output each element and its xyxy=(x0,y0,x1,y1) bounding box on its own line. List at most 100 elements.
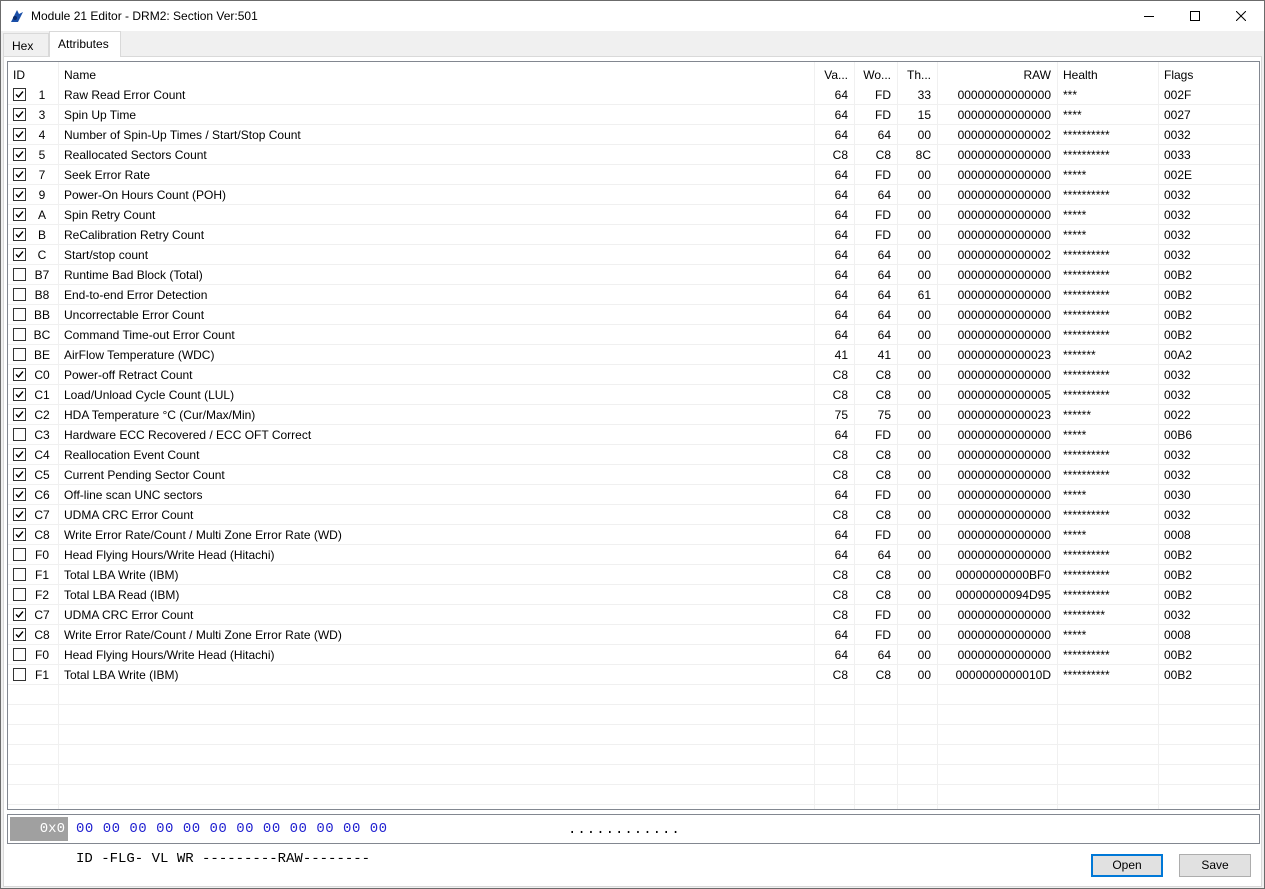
table-row[interactable]: C7 UDMA CRC Error Count C8 C8 00 000000000000… xyxy=(8,505,1259,525)
attribute-raw: 00000000000000 xyxy=(957,208,1051,222)
open-button[interactable]: Open xyxy=(1091,854,1163,877)
enable-checkbox[interactable] xyxy=(13,288,26,301)
attribute-raw: 00000000000002 xyxy=(957,248,1051,262)
attribute-flags: 0032 xyxy=(1164,248,1191,262)
enable-checkbox[interactable] xyxy=(13,328,26,341)
header-value[interactable]: Va... xyxy=(814,65,854,85)
enable-checkbox[interactable] xyxy=(13,228,26,241)
attribute-threshold: 00 xyxy=(917,188,931,202)
enable-checkbox[interactable] xyxy=(13,568,26,581)
table-row[interactable]: C5 Current Pending Sector Count C8 C8 00 0000… xyxy=(8,465,1259,485)
enable-checkbox[interactable] xyxy=(13,208,26,221)
header-threshold[interactable]: Th... xyxy=(897,65,937,85)
minimize-button[interactable] xyxy=(1126,1,1172,31)
hex-bytes[interactable]: 00 00 00 00 00 00 00 00 00 00 00 00 xyxy=(76,817,388,841)
enable-checkbox[interactable] xyxy=(13,388,26,401)
attribute-raw: 00000000000002 xyxy=(957,128,1051,142)
attribute-name: Write Error Rate/Count / Multi Zone Erro… xyxy=(64,628,342,642)
enable-checkbox[interactable] xyxy=(13,608,26,621)
table-row[interactable]: F1 Total LBA Write (IBM) C8 C8 00 00000000000… xyxy=(8,665,1259,685)
table-row[interactable]: B ReCalibration Retry Count 64 FD 00 00000000… xyxy=(8,225,1259,245)
table-row[interactable]: 1 Raw Read Error Count 64 FD 33 0000000000000… xyxy=(8,85,1259,105)
enable-checkbox[interactable] xyxy=(13,508,26,521)
enable-checkbox[interactable] xyxy=(13,368,26,381)
attribute-threshold: 8C xyxy=(915,148,931,162)
table-row[interactable]: C3 Hardware ECC Recovered / ECC OFT Corre… xyxy=(8,425,1259,445)
table-row[interactable]: F0 Head Flying Hours/Write Head (Hitachi)… xyxy=(8,645,1259,665)
maximize-button[interactable] xyxy=(1172,1,1218,31)
header-health[interactable]: Health xyxy=(1057,65,1158,85)
attribute-name: AirFlow Temperature (WDC) xyxy=(64,348,215,362)
attribute-flags: 00B2 xyxy=(1164,328,1193,342)
table-row[interactable]: F0 Head Flying Hours/Write Head (Hitachi)… xyxy=(8,545,1259,565)
enable-checkbox[interactable] xyxy=(13,648,26,661)
enable-checkbox[interactable] xyxy=(13,428,26,441)
table-row[interactable]: 9 Power-On Hours Count (POH) 64 64 00 0000000… xyxy=(8,185,1259,205)
enable-checkbox[interactable] xyxy=(13,348,26,361)
enable-checkbox[interactable] xyxy=(13,108,26,121)
table-row[interactable]: 7 Seek Error Rate 64 FD 00 00000000000000 ****… xyxy=(8,165,1259,185)
table-row[interactable]: BE AirFlow Temperature (WDC) 41 41 00 0000000… xyxy=(8,345,1259,365)
attribute-raw: 00000000000000 xyxy=(957,428,1051,442)
attribute-id: C8 xyxy=(34,628,50,642)
header-worst[interactable]: Wo... xyxy=(854,65,897,85)
close-button[interactable] xyxy=(1218,1,1264,31)
header-raw[interactable]: RAW xyxy=(937,65,1057,85)
table-row[interactable]: C6 Off-line scan UNC sectors 64 FD 00 0000000… xyxy=(8,485,1259,505)
attribute-value: C8 xyxy=(832,508,848,522)
attribute-name: Spin Up Time xyxy=(64,108,137,122)
table-row[interactable]: C2 HDA Temperature °C (Cur/Max/Min) 75 75 00… xyxy=(8,405,1259,425)
table-row[interactable]: C0 Power-off Retract Count C8 C8 00 000000000… xyxy=(8,365,1259,385)
table-row[interactable]: BC Command Time-out Error Count 64 64 00 0000… xyxy=(8,325,1259,345)
tab-hex[interactable]: Hex xyxy=(3,33,49,56)
header-id[interactable]: ID xyxy=(13,65,53,85)
header-name[interactable]: Name xyxy=(58,65,758,85)
enable-checkbox[interactable] xyxy=(13,588,26,601)
enable-checkbox[interactable] xyxy=(13,628,26,641)
table-row[interactable]: C Start/stop count 64 64 00 00000000000002 ***… xyxy=(8,245,1259,265)
table-row[interactable]: B8 End-to-end Error Detection 64 64 61 000000… xyxy=(8,285,1259,305)
title-bar: Module 21 Editor - DRM2: Section Ver:501 xyxy=(1,1,1264,31)
enable-checkbox[interactable] xyxy=(13,268,26,281)
enable-checkbox[interactable] xyxy=(13,468,26,481)
enable-checkbox[interactable] xyxy=(13,668,26,681)
attribute-worst: C8 xyxy=(875,508,891,522)
table-row[interactable]: C8 Write Error Rate/Count / Multi Zone Er… xyxy=(8,625,1259,645)
enable-checkbox[interactable] xyxy=(13,308,26,321)
table-row[interactable]: A Spin Retry Count 64 FD 00 00000000000000 ***… xyxy=(8,205,1259,225)
enable-checkbox[interactable] xyxy=(13,128,26,141)
enable-checkbox[interactable] xyxy=(13,188,26,201)
table-row[interactable]: F2 Total LBA Read (IBM) C8 C8 00 00000000094D… xyxy=(8,585,1259,605)
attribute-threshold: 00 xyxy=(917,428,931,442)
attribute-threshold: 00 xyxy=(917,208,931,222)
table-row[interactable]: F1 Total LBA Write (IBM) C8 C8 00 00000000000… xyxy=(8,565,1259,585)
save-button[interactable]: Save xyxy=(1179,854,1251,877)
table-row[interactable]: C4 Reallocation Event Count C8 C8 00 00000000… xyxy=(8,445,1259,465)
enable-checkbox[interactable] xyxy=(13,548,26,561)
tab-attributes[interactable]: Attributes xyxy=(49,31,121,57)
table-row[interactable]: C7 UDMA CRC Error Count C8 FD 00 000000000000… xyxy=(8,605,1259,625)
table-row[interactable]: 5 Reallocated Sectors Count C8 C8 8C 00000000… xyxy=(8,145,1259,165)
enable-checkbox[interactable] xyxy=(13,248,26,261)
enable-checkbox[interactable] xyxy=(13,448,26,461)
table-row[interactable]: B7 Runtime Bad Block (Total) 64 64 00 0000000… xyxy=(8,265,1259,285)
enable-checkbox[interactable] xyxy=(13,148,26,161)
enable-checkbox[interactable] xyxy=(13,88,26,101)
table-row[interactable]: 4 Number of Spin-Up Times / Start/Stop Co… xyxy=(8,125,1259,145)
table-row[interactable]: 3 Spin Up Time 64 FD 15 00000000000000 **** 002… xyxy=(8,105,1259,125)
attribute-raw: 00000000094D95 xyxy=(955,588,1051,602)
attribute-threshold: 15 xyxy=(917,108,931,122)
enable-checkbox[interactable] xyxy=(13,488,26,501)
hex-offset: 0x0 xyxy=(10,817,68,841)
table-row[interactable]: C8 Write Error Rate/Count / Multi Zone Er… xyxy=(8,525,1259,545)
enable-checkbox[interactable] xyxy=(13,408,26,421)
table-row[interactable]: BB Uncorrectable Error Count 64 64 00 0000000… xyxy=(8,305,1259,325)
attribute-value: C8 xyxy=(832,468,848,482)
attributes-grid[interactable]: ID Name Va... Wo... Th... RAW Health Fla… xyxy=(7,61,1260,810)
enable-checkbox[interactable] xyxy=(13,528,26,541)
table-row[interactable]: C1 Load/Unload Cycle Count (LUL) C8 C8 00 000… xyxy=(8,385,1259,405)
header-flags[interactable]: Flags xyxy=(1158,65,1259,85)
enable-checkbox[interactable] xyxy=(13,168,26,181)
attribute-worst: 64 xyxy=(877,548,891,562)
attribute-worst: FD xyxy=(875,208,891,222)
